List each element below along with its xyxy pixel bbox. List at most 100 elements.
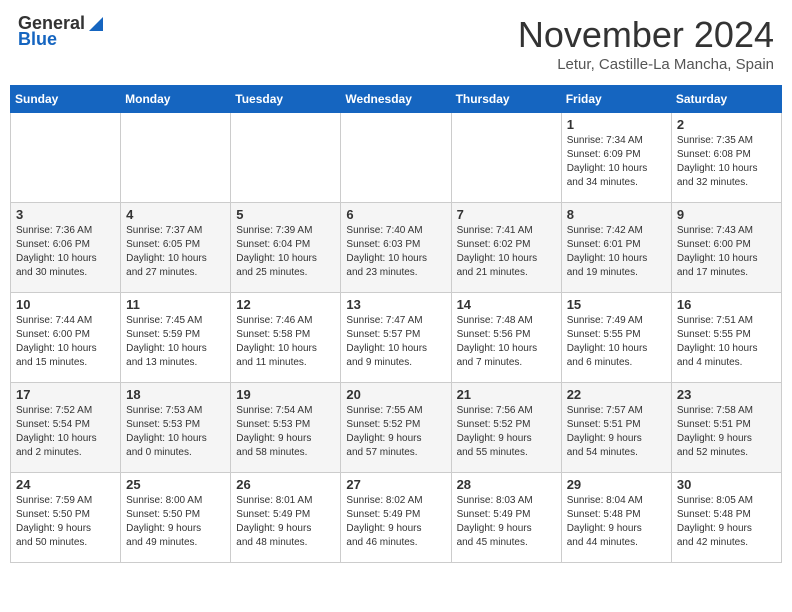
day-cell: 10Sunrise: 7:44 AM Sunset: 6:00 PM Dayli… xyxy=(11,293,121,383)
day-info: Sunrise: 7:41 AM Sunset: 6:02 PM Dayligh… xyxy=(457,224,556,280)
day-info: Sunrise: 7:49 AM Sunset: 5:55 PM Dayligh… xyxy=(567,314,666,370)
col-friday: Friday xyxy=(561,86,671,113)
day-number: 28 xyxy=(457,477,556,492)
day-info: Sunrise: 7:55 AM Sunset: 5:52 PM Dayligh… xyxy=(346,404,445,460)
day-info: Sunrise: 7:36 AM Sunset: 6:06 PM Dayligh… xyxy=(16,224,115,280)
day-number: 26 xyxy=(236,477,335,492)
day-number: 2 xyxy=(677,117,776,132)
day-cell: 4 Sunrise: 7:37 AM Sunset: 6:05 PM Daylig… xyxy=(121,203,231,293)
logo: General Blue xyxy=(18,14,105,50)
day-number: 16 xyxy=(677,297,776,312)
day-cell: 19 Sunrise: 7:54 AM Sunset: 5:53 PM Dayli… xyxy=(231,383,341,473)
day-info: Sunrise: 8:02 AM Sunset: 5:49 PM Dayligh… xyxy=(346,494,445,550)
day-info: Sunrise: 7:51 AM Sunset: 5:55 PM Dayligh… xyxy=(677,314,776,370)
day-cell: 15 Sunrise: 7:49 AM Sunset: 5:55 PM Dayli… xyxy=(561,293,671,383)
day-number: 4 xyxy=(126,207,225,222)
day-cell: 3 Sunrise: 7:36 AM Sunset: 6:06 PM Daylig… xyxy=(11,203,121,293)
day-info: Sunrise: 7:53 AM Sunset: 5:53 PM Dayligh… xyxy=(126,404,225,460)
logo-arrow-icon xyxy=(87,15,105,33)
col-sunday: Sunday xyxy=(11,86,121,113)
day-cell: 24Sunrise: 7:59 AM Sunset: 5:50 PM Dayli… xyxy=(11,473,121,563)
day-info: Sunrise: 8:01 AM Sunset: 5:49 PM Dayligh… xyxy=(236,494,335,550)
day-number: 1 xyxy=(567,117,666,132)
day-cell: 22 Sunrise: 7:57 AM Sunset: 5:51 PM Dayli… xyxy=(561,383,671,473)
day-number: 17 xyxy=(16,387,115,402)
day-number: 18 xyxy=(126,387,225,402)
day-cell: 1 Sunrise: 7:34 AM Sunset: 6:09 PM Daylig… xyxy=(561,113,671,203)
day-cell xyxy=(11,113,121,203)
day-cell xyxy=(451,113,561,203)
week-row-2: 3 Sunrise: 7:36 AM Sunset: 6:06 PM Daylig… xyxy=(11,203,782,293)
day-number: 11 xyxy=(126,297,225,312)
month-year-title: November 2024 xyxy=(518,14,774,56)
day-info: Sunrise: 7:34 AM Sunset: 6:09 PM Dayligh… xyxy=(567,134,666,190)
calendar-table: Sunday Monday Tuesday Wednesday Thursday… xyxy=(10,85,782,563)
day-info: Sunrise: 7:40 AM Sunset: 6:03 PM Dayligh… xyxy=(346,224,445,280)
location-subtitle: Letur, Castille-La Mancha, Spain xyxy=(518,56,774,73)
day-cell xyxy=(121,113,231,203)
day-number: 25 xyxy=(126,477,225,492)
day-info: Sunrise: 7:46 AM Sunset: 5:58 PM Dayligh… xyxy=(236,314,335,370)
col-wednesday: Wednesday xyxy=(341,86,451,113)
day-cell: 8 Sunrise: 7:42 AM Sunset: 6:01 PM Daylig… xyxy=(561,203,671,293)
col-monday: Monday xyxy=(121,86,231,113)
day-number: 3 xyxy=(16,207,115,222)
header-row: Sunday Monday Tuesday Wednesday Thursday… xyxy=(11,86,782,113)
day-cell: 25 Sunrise: 8:00 AM Sunset: 5:50 PM Dayli… xyxy=(121,473,231,563)
day-cell xyxy=(231,113,341,203)
day-number: 6 xyxy=(346,207,445,222)
day-info: Sunrise: 7:45 AM Sunset: 5:59 PM Dayligh… xyxy=(126,314,225,370)
day-number: 19 xyxy=(236,387,335,402)
day-info: Sunrise: 7:39 AM Sunset: 6:04 PM Dayligh… xyxy=(236,224,335,280)
day-number: 9 xyxy=(677,207,776,222)
day-number: 27 xyxy=(346,477,445,492)
day-number: 10 xyxy=(16,297,115,312)
week-row-1: 1 Sunrise: 7:34 AM Sunset: 6:09 PM Daylig… xyxy=(11,113,782,203)
day-cell: 23Sunrise: 7:58 AM Sunset: 5:51 PM Dayli… xyxy=(671,383,781,473)
day-number: 14 xyxy=(457,297,556,312)
day-number: 29 xyxy=(567,477,666,492)
day-info: Sunrise: 8:05 AM Sunset: 5:48 PM Dayligh… xyxy=(677,494,776,550)
day-cell: 13 Sunrise: 7:47 AM Sunset: 5:57 PM Dayli… xyxy=(341,293,451,383)
day-number: 22 xyxy=(567,387,666,402)
day-number: 12 xyxy=(236,297,335,312)
day-number: 15 xyxy=(567,297,666,312)
day-cell: 2 Sunrise: 7:35 AM Sunset: 6:08 PM Daylig… xyxy=(671,113,781,203)
day-cell: 17 Sunrise: 7:52 AM Sunset: 5:54 PM Dayli… xyxy=(11,383,121,473)
day-number: 5 xyxy=(236,207,335,222)
day-number: 24 xyxy=(16,477,115,492)
day-cell: 26 Sunrise: 8:01 AM Sunset: 5:49 PM Dayli… xyxy=(231,473,341,563)
day-info: Sunrise: 7:58 AM Sunset: 5:51 PM Dayligh… xyxy=(677,404,776,460)
day-number: 20 xyxy=(346,387,445,402)
week-row-4: 17 Sunrise: 7:52 AM Sunset: 5:54 PM Dayli… xyxy=(11,383,782,473)
day-info: Sunrise: 7:47 AM Sunset: 5:57 PM Dayligh… xyxy=(346,314,445,370)
day-info: Sunrise: 8:03 AM Sunset: 5:49 PM Dayligh… xyxy=(457,494,556,550)
logo-blue-text: Blue xyxy=(18,30,57,50)
day-cell: 20 Sunrise: 7:55 AM Sunset: 5:52 PM Dayli… xyxy=(341,383,451,473)
day-cell: 21Sunrise: 7:56 AM Sunset: 5:52 PM Dayli… xyxy=(451,383,561,473)
day-info: Sunrise: 8:00 AM Sunset: 5:50 PM Dayligh… xyxy=(126,494,225,550)
day-number: 30 xyxy=(677,477,776,492)
week-row-5: 24Sunrise: 7:59 AM Sunset: 5:50 PM Dayli… xyxy=(11,473,782,563)
day-info: Sunrise: 7:52 AM Sunset: 5:54 PM Dayligh… xyxy=(16,404,115,460)
day-cell: 6 Sunrise: 7:40 AM Sunset: 6:03 PM Daylig… xyxy=(341,203,451,293)
day-number: 13 xyxy=(346,297,445,312)
day-info: Sunrise: 7:48 AM Sunset: 5:56 PM Dayligh… xyxy=(457,314,556,370)
col-tuesday: Tuesday xyxy=(231,86,341,113)
week-row-3: 10Sunrise: 7:44 AM Sunset: 6:00 PM Dayli… xyxy=(11,293,782,383)
day-info: Sunrise: 7:37 AM Sunset: 6:05 PM Dayligh… xyxy=(126,224,225,280)
page-header: General Blue November 2024 Letur, Castil… xyxy=(10,10,782,77)
day-info: Sunrise: 7:54 AM Sunset: 5:53 PM Dayligh… xyxy=(236,404,335,460)
day-info: Sunrise: 7:42 AM Sunset: 6:01 PM Dayligh… xyxy=(567,224,666,280)
day-number: 21 xyxy=(457,387,556,402)
day-number: 7 xyxy=(457,207,556,222)
day-cell: 12 Sunrise: 7:46 AM Sunset: 5:58 PM Dayli… xyxy=(231,293,341,383)
day-cell: 11 Sunrise: 7:45 AM Sunset: 5:59 PM Dayli… xyxy=(121,293,231,383)
calendar-header: Sunday Monday Tuesday Wednesday Thursday… xyxy=(11,86,782,113)
day-cell xyxy=(341,113,451,203)
day-number: 8 xyxy=(567,207,666,222)
title-block: November 2024 Letur, Castille-La Mancha,… xyxy=(518,14,774,73)
col-thursday: Thursday xyxy=(451,86,561,113)
day-info: Sunrise: 7:35 AM Sunset: 6:08 PM Dayligh… xyxy=(677,134,776,190)
day-info: Sunrise: 7:57 AM Sunset: 5:51 PM Dayligh… xyxy=(567,404,666,460)
